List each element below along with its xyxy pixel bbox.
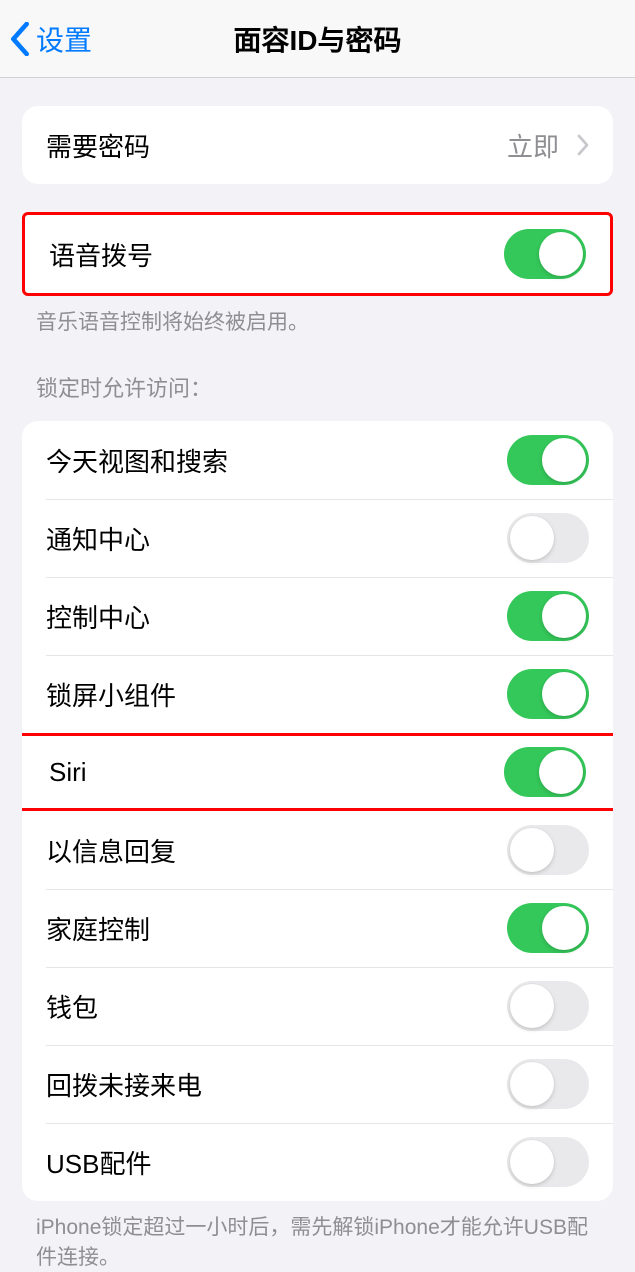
passcode-group: 需要密码 立即 [22, 106, 613, 184]
lock-access-row: USB配件 [22, 1123, 613, 1201]
lock-access-row: Siri [22, 733, 613, 811]
voice-dial-toggle[interactable] [504, 229, 586, 279]
lock-access-toggle[interactable] [507, 981, 589, 1031]
page-title: 面容ID与密码 [0, 19, 635, 59]
navigation-bar: 设置 面容ID与密码 [0, 0, 635, 78]
lock-access-label: Siri [49, 757, 87, 788]
voice-dial-label: 语音拨号 [49, 236, 153, 273]
lock-access-label: 今天视图和搜索 [46, 442, 228, 479]
require-passcode-row[interactable]: 需要密码 立即 [22, 106, 613, 184]
lock-access-row: 今天视图和搜索 [22, 421, 613, 499]
lock-access-toggle[interactable] [507, 513, 589, 563]
lock-access-label: 回拨未接来电 [46, 1066, 202, 1103]
lock-access-toggle[interactable] [507, 435, 589, 485]
lock-access-header: 锁定时允许访问： [0, 337, 635, 413]
lock-access-label: 以信息回复 [46, 832, 176, 869]
lock-access-label: 控制中心 [46, 598, 150, 635]
chevron-left-icon [10, 22, 30, 56]
lock-access-label: 家庭控制 [46, 910, 150, 947]
back-label: 设置 [36, 19, 92, 59]
voice-dial-group: 语音拨号 [22, 212, 613, 296]
lock-access-toggle[interactable] [507, 1059, 589, 1109]
lock-access-row: 控制中心 [22, 577, 613, 655]
lock-access-row: 以信息回复 [22, 811, 613, 889]
require-passcode-label: 需要密码 [46, 127, 150, 164]
lock-access-row: 通知中心 [22, 499, 613, 577]
chevron-right-icon [577, 134, 589, 156]
lock-access-row: 锁屏小组件 [22, 655, 613, 733]
lock-access-label: 通知中心 [46, 520, 150, 557]
lock-access-toggle[interactable] [507, 903, 589, 953]
back-button[interactable]: 设置 [0, 19, 92, 59]
lock-access-row: 钱包 [22, 967, 613, 1045]
voice-dial-footer: 音乐语音控制将始终被启用。 [0, 296, 635, 337]
lock-access-toggle[interactable] [507, 1137, 589, 1187]
voice-dial-row: 语音拨号 [25, 215, 610, 293]
lock-access-toggle[interactable] [507, 591, 589, 641]
lock-access-label: USB配件 [46, 1144, 151, 1181]
require-passcode-value: 立即 [507, 127, 589, 164]
lock-access-toggle[interactable] [504, 747, 586, 797]
lock-access-label: 钱包 [46, 988, 98, 1025]
lock-access-footer: iPhone锁定超过一小时后，需先解锁iPhone才能允许USB配件连接。 [0, 1201, 635, 1272]
lock-access-toggle[interactable] [507, 825, 589, 875]
lock-access-row: 回拨未接来电 [22, 1045, 613, 1123]
lock-access-row: 家庭控制 [22, 889, 613, 967]
lock-access-group: 今天视图和搜索通知中心控制中心锁屏小组件 Siri 以信息回复家庭控制钱包回拨未接来… [22, 421, 613, 1201]
lock-access-label: 锁屏小组件 [46, 676, 176, 713]
lock-access-toggle[interactable] [507, 669, 589, 719]
